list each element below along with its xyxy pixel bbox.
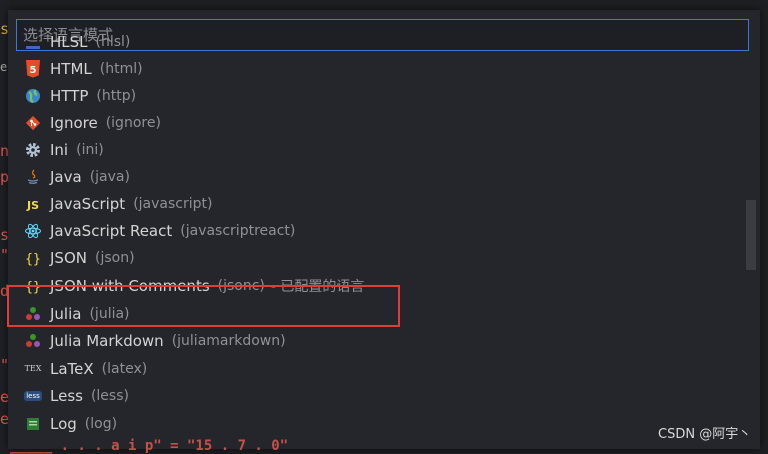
language-item-julia[interactable]: Julia (julia) <box>8 300 748 327</box>
language-id: (javascriptreact) <box>180 222 296 239</box>
language-id: (java) <box>89 168 130 185</box>
julia-icon <box>24 305 42 323</box>
language-item-ini[interactable]: Ini (ini) <box>8 136 748 163</box>
globe-icon <box>24 87 42 105</box>
language-item-java[interactable]: Java (java) <box>8 163 748 190</box>
language-label: Less <box>50 386 83 405</box>
language-label: Ini <box>50 140 69 159</box>
language-id: (julia) <box>89 305 130 322</box>
language-item-html[interactable]: 5 HTML (html) <box>8 55 748 82</box>
git-icon <box>24 114 42 132</box>
csdn-watermark: CSDN @阿宇丶 <box>658 427 752 442</box>
editor-bottom-line: _____ . . . a i p" = "15 . 7 . 0" <box>10 438 289 454</box>
gear-icon <box>24 141 42 159</box>
language-label: HTTP <box>50 86 89 105</box>
language-id: (juliamarkdown) <box>171 332 286 349</box>
hlsl-icon <box>24 33 42 51</box>
language-id: (json) <box>94 249 135 266</box>
language-id: (hlsl) <box>95 33 131 50</box>
braces-icon: {} <box>24 249 42 267</box>
tex-icon: TEX <box>24 364 42 373</box>
java-icon <box>24 168 42 186</box>
language-item-javascriptreact[interactable]: JavaScript React (javascriptreact) <box>8 217 748 244</box>
language-label: JSON <box>50 248 87 267</box>
language-item-hlsl[interactable]: HLSL (hlsl) <box>8 28 748 55</box>
less-icon: less <box>24 390 42 401</box>
braces-icon: {} <box>24 277 42 295</box>
language-label: Log <box>50 414 77 433</box>
language-label: Julia Markdown <box>50 331 164 350</box>
language-label: JavaScript <box>50 194 126 213</box>
language-item-latex[interactable]: TEX LaTeX (latex) <box>8 355 748 382</box>
julia-icon <box>24 332 42 350</box>
language-label: LaTeX <box>50 359 94 378</box>
language-item-jsonc[interactable]: {} JSON with Comments (jsonc) - 已配置的语言 <box>8 272 748 299</box>
language-id: (jsonc) <box>217 277 265 294</box>
language-id: (html) <box>99 60 143 77</box>
language-label: JavaScript React <box>50 221 173 240</box>
svg-text:5: 5 <box>30 65 37 76</box>
configured-language-note: - 已配置的语言 <box>270 278 365 295</box>
editor-char: e <box>0 60 8 74</box>
language-item-json[interactable]: {} JSON (json) <box>8 244 748 271</box>
language-label: Java <box>50 167 82 186</box>
language-id: (http) <box>96 87 137 104</box>
svg-text:{}: {} <box>25 252 41 266</box>
language-item-ignore[interactable]: Ignore (ignore) <box>8 109 748 136</box>
language-id: (less) <box>90 387 129 404</box>
language-item-juliamarkdown[interactable]: Julia Markdown (juliamarkdown) <box>8 327 748 354</box>
language-item-less[interactable]: less Less (less) <box>8 382 748 409</box>
svg-text:JS: JS <box>26 199 39 212</box>
language-label: JSON with Comments <box>50 276 210 295</box>
language-label: HLSL <box>50 32 88 51</box>
language-id: (ini) <box>76 141 104 158</box>
react-icon <box>24 222 42 240</box>
language-id: (ignore) <box>105 114 161 131</box>
language-item-javascript[interactable]: JS JavaScript (javascript) <box>8 190 748 217</box>
language-label: HTML <box>50 59 92 78</box>
language-label: Julia <box>50 304 82 323</box>
language-id: (latex) <box>101 360 148 377</box>
javascript-icon: JS <box>24 195 42 213</box>
language-id: (javascript) <box>133 195 213 212</box>
language-mode-quick-pick: HLSL (hlsl) 5 HTML (html) HTTP (http) Ig… <box>8 10 760 449</box>
svg-text:{}: {} <box>25 280 41 294</box>
list-scrollbar-thumb[interactable] <box>746 200 756 270</box>
log-icon <box>24 415 42 433</box>
language-id: (log) <box>84 415 118 432</box>
language-item-http[interactable]: HTTP (http) <box>8 82 748 109</box>
language-label: Ignore <box>50 113 98 132</box>
html5-icon: 5 <box>24 59 42 78</box>
language-item-log[interactable]: Log (log) <box>8 410 748 437</box>
